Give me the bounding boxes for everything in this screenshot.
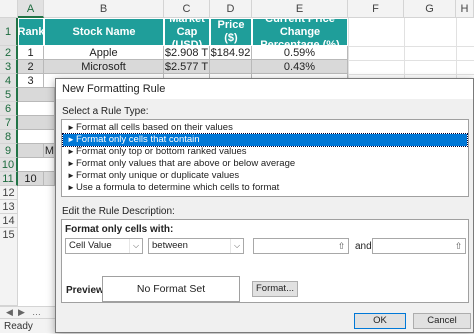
preview-label: Preview: bbox=[66, 285, 108, 296]
rule-type-item[interactable]: ►Format only unique or duplicate values bbox=[63, 170, 467, 182]
format-button[interactable]: Format... bbox=[252, 281, 298, 297]
row-header-9[interactable]: 9 bbox=[0, 144, 18, 158]
table-cell[interactable] bbox=[18, 158, 55, 172]
arrow-right-icon: ► bbox=[67, 123, 75, 132]
column-header-d[interactable]: D bbox=[210, 0, 252, 18]
ok-button[interactable]: OK bbox=[354, 313, 406, 329]
row-header-4[interactable]: 4 bbox=[0, 74, 18, 88]
table-cell[interactable]: Microsoft bbox=[44, 60, 164, 74]
sheet-next-arrow-icon[interactable]: ▶ bbox=[18, 307, 25, 318]
format-preview: No Format Set bbox=[102, 276, 240, 302]
header-cell-market-cap[interactable]: Market Cap (USD) bbox=[164, 18, 210, 46]
rule-type-item[interactable]: ►Format only values that are above or be… bbox=[63, 158, 467, 170]
row-header-14[interactable]: 14 bbox=[0, 214, 18, 228]
column-header-b[interactable]: B bbox=[44, 0, 164, 18]
arrow-right-icon: ► bbox=[67, 159, 75, 168]
arrow-right-icon: ► bbox=[67, 183, 75, 192]
row-header-2[interactable]: 2 bbox=[0, 46, 18, 60]
table-cell[interactable]: M bbox=[44, 144, 55, 158]
column-header-e[interactable]: E bbox=[252, 0, 348, 18]
table-cell[interactable] bbox=[18, 144, 44, 158]
operator-select[interactable]: between ⌵ bbox=[148, 238, 244, 254]
row-header-11[interactable]: 11 bbox=[0, 172, 18, 186]
select-rule-type-label: Select a Rule Type: bbox=[62, 106, 149, 117]
table-cell[interactable]: 0.59% bbox=[252, 46, 348, 60]
column-header-c[interactable]: C bbox=[164, 0, 210, 18]
arrow-right-icon: ► bbox=[67, 147, 75, 156]
row-header-7[interactable]: 7 bbox=[0, 116, 18, 130]
arrow-right-icon: ► bbox=[67, 135, 75, 144]
table-cell[interactable]: Apple bbox=[44, 46, 164, 60]
table-cell[interactable] bbox=[18, 130, 55, 144]
row-header-6[interactable]: 6 bbox=[0, 102, 18, 116]
rule-type-item-selected[interactable]: ►Format only cells that contain bbox=[62, 133, 468, 147]
row-header-1[interactable]: 1 bbox=[0, 18, 18, 46]
edit-rule-description-label: Edit the Rule Description: bbox=[62, 206, 175, 217]
row-header-3[interactable]: 3 bbox=[0, 60, 18, 74]
sheet-prev-arrow-icon[interactable]: ◀ bbox=[6, 307, 13, 318]
header-cell-change[interactable]: Current Price Change Percentage (%) bbox=[252, 18, 348, 46]
table-cell[interactable]: $2.577 T bbox=[164, 60, 210, 74]
rule-type-item[interactable]: ►Format only top or bottom ranked values bbox=[63, 146, 467, 158]
row-header-5[interactable]: 5 bbox=[0, 88, 18, 102]
select-all-corner[interactable] bbox=[0, 0, 18, 18]
value-to-field[interactable]: ⇧ bbox=[372, 238, 466, 254]
table-cell[interactable]: $2.908 T bbox=[164, 46, 210, 60]
row-header-8[interactable]: 8 bbox=[0, 130, 18, 144]
table-cell[interactable] bbox=[18, 88, 55, 102]
table-cell[interactable] bbox=[18, 102, 55, 116]
table-cell[interactable]: 3 bbox=[18, 74, 44, 88]
table-cell[interactable] bbox=[210, 60, 252, 74]
row-header-12[interactable]: 12 bbox=[0, 186, 18, 200]
condition-select[interactable]: Cell Value ⌵ bbox=[65, 238, 143, 254]
column-header-g[interactable]: G bbox=[404, 0, 456, 18]
arrow-right-icon: ► bbox=[67, 171, 75, 180]
column-header-h[interactable]: H bbox=[456, 0, 474, 18]
cancel-button[interactable]: Cancel bbox=[413, 313, 471, 329]
table-cell[interactable] bbox=[44, 172, 55, 186]
table-cell[interactable]: 0.43% bbox=[252, 60, 348, 74]
rule-type-item[interactable]: ►Use a formula to determine which cells … bbox=[63, 182, 467, 194]
chevron-down-icon: ⌵ bbox=[129, 239, 142, 253]
table-cell[interactable] bbox=[18, 116, 55, 130]
dialog-title: New Formatting Rule bbox=[56, 79, 473, 99]
header-cell-stock-name[interactable]: Stock Name bbox=[44, 18, 164, 46]
row-header-13[interactable]: 13 bbox=[0, 200, 18, 214]
column-header-f[interactable]: F bbox=[348, 0, 404, 18]
row-header-10[interactable]: 10 bbox=[0, 158, 18, 172]
header-cell-rank[interactable]: Rank bbox=[18, 18, 44, 46]
value-from-field[interactable]: ⇧ bbox=[253, 238, 349, 254]
collapse-dialog-icon[interactable]: ⇧ bbox=[335, 239, 348, 253]
collapse-dialog-icon[interactable]: ⇧ bbox=[452, 239, 465, 253]
table-cell[interactable]: 1 bbox=[18, 46, 44, 60]
and-label: and bbox=[355, 241, 372, 252]
format-only-cells-label: Format only cells with: bbox=[65, 224, 174, 235]
rule-type-list[interactable]: ►Format all cells based on their values … bbox=[61, 119, 469, 197]
new-formatting-rule-dialog: New Formatting Rule Select a Rule Type: … bbox=[55, 78, 474, 333]
column-header-a[interactable]: A bbox=[18, 0, 44, 18]
sheet-more-icon[interactable]: … bbox=[32, 307, 41, 317]
row-header-15[interactable]: 15 bbox=[0, 228, 18, 306]
table-cell[interactable]: $184.92 bbox=[210, 46, 252, 60]
rule-type-item[interactable]: ►Format all cells based on their values bbox=[63, 122, 467, 134]
chevron-down-icon: ⌵ bbox=[230, 239, 243, 253]
table-cell[interactable]: 10 bbox=[18, 172, 44, 186]
header-cell-price[interactable]: Price ($) bbox=[210, 18, 252, 46]
table-cell[interactable]: 2 bbox=[18, 60, 44, 74]
